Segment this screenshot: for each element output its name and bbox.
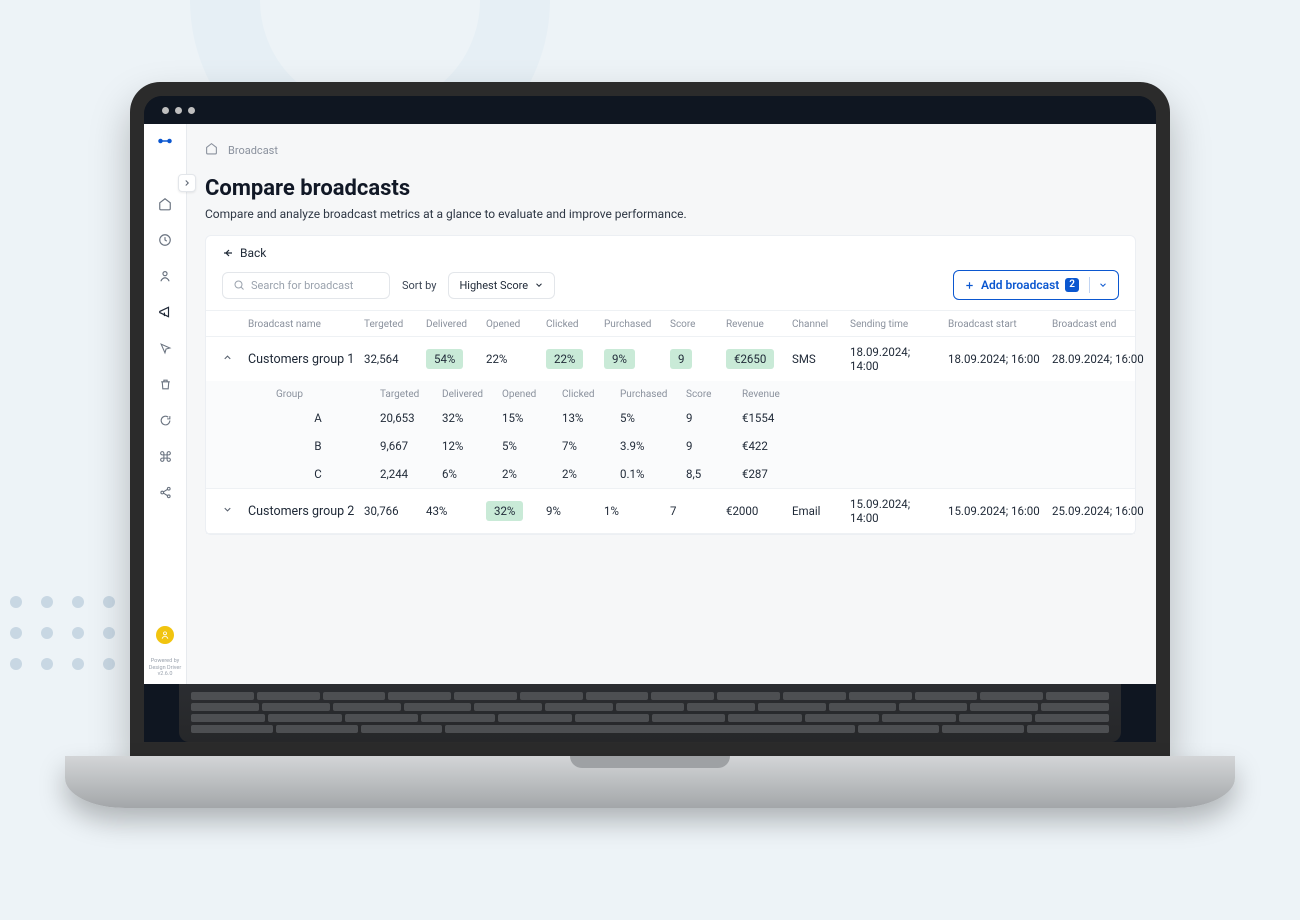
chevron-down-icon <box>534 280 544 290</box>
nav-home-icon[interactable] <box>153 192 177 216</box>
app-screen: Powered by Design Driver v2.6.0 Broadcas… <box>144 124 1156 684</box>
cell-bstart: 15.09.2024; 16:00 <box>948 504 1044 518</box>
subgroup-header: Group Targeted Delivered Opened Clicked … <box>222 381 1119 404</box>
nav-cursor-icon[interactable] <box>153 336 177 360</box>
cell-name: Customers group 1 <box>248 352 356 367</box>
subgroup-panel: Group Targeted Delivered Opened Clicked … <box>206 381 1135 488</box>
search-icon <box>233 279 245 291</box>
expand-row-button[interactable] <box>222 504 240 518</box>
sort-label: Sort by <box>402 279 436 292</box>
nav-refresh-icon[interactable] <box>153 408 177 432</box>
cell-purchased: 9% <box>604 349 662 369</box>
sort-select[interactable]: Highest Score <box>448 272 555 299</box>
chevron-down-icon <box>1098 280 1108 290</box>
cell-delivered: 54% <box>426 349 478 369</box>
breadcrumb-current: Broadcast <box>228 144 278 157</box>
cell-clicked: 9% <box>546 504 596 518</box>
cell-opened: 22% <box>486 352 538 366</box>
cell-targeted: 30,766 <box>364 504 418 518</box>
subgroup-row: A 20,653 32% 15% 13% 5% 9 €1554 <box>222 404 1119 432</box>
background-dots <box>10 596 115 670</box>
home-icon[interactable] <box>205 142 218 158</box>
cell-purchased: 1% <box>604 504 662 518</box>
breadcrumb: Broadcast <box>205 142 1136 158</box>
cell-revenue: €2000 <box>726 504 784 518</box>
cell-score: 7 <box>670 504 718 518</box>
cell-opened: 32% <box>486 501 538 521</box>
cell-sending: 18.09.2024; 14:00 <box>850 345 940 373</box>
cell-score: 9 <box>670 349 718 369</box>
cell-sending: 15.09.2024; 14:00 <box>850 497 940 525</box>
nav-broadcast-icon[interactable] <box>153 300 177 324</box>
keyboard-decoration <box>179 684 1121 742</box>
nav-command-icon[interactable] <box>153 444 177 468</box>
avatar[interactable] <box>156 626 174 644</box>
cell-revenue: €2650 <box>726 349 784 369</box>
table-row: Customers group 2 30,766 43% 32% 9% 1% 7… <box>206 488 1135 534</box>
nav-trash-icon[interactable] <box>153 372 177 396</box>
expand-row-button[interactable] <box>222 352 240 366</box>
panel: Back Search for broadcast Sort by Highes… <box>205 235 1136 535</box>
cell-name: Customers group 2 <box>248 504 356 519</box>
plus-icon <box>964 280 975 291</box>
cell-bend: 25.09.2024; 16:00 <box>1052 504 1148 518</box>
broadcast-table: Broadcast name Tergeted Delivered Opened… <box>206 310 1135 534</box>
sidebar-footer: Powered by Design Driver v2.6.0 <box>144 658 186 678</box>
table-header: Broadcast name Tergeted Delivered Opened… <box>206 310 1135 336</box>
laptop-base <box>65 756 1235 808</box>
window-dots <box>144 96 1156 124</box>
sidebar-expand-button[interactable] <box>178 174 196 192</box>
toolbar: Search for broadcast Sort by Highest Sco… <box>206 270 1135 310</box>
nav-user-icon[interactable] <box>153 264 177 288</box>
subgroup-row: C 2,244 6% 2% 2% 0.1% 8,5 €287 <box>222 460 1119 488</box>
cell-bend: 28.09.2024; 16:00 <box>1052 352 1148 366</box>
cell-clicked: 22% <box>546 349 596 369</box>
nav-share-icon[interactable] <box>153 480 177 504</box>
main-content: Broadcast Compare broadcasts Compare and… <box>187 124 1156 684</box>
cell-channel: Email <box>792 504 842 518</box>
page-title: Compare broadcasts <box>205 176 1136 201</box>
search-input[interactable]: Search for broadcast <box>222 272 390 299</box>
cell-bstart: 18.09.2024; 16:00 <box>948 352 1044 366</box>
cell-delivered: 43% <box>426 504 478 518</box>
page-subtitle: Compare and analyze broadcast metrics at… <box>205 207 1136 221</box>
logo-icon <box>156 132 174 150</box>
cell-targeted: 32,564 <box>364 352 418 366</box>
sidebar: Powered by Design Driver v2.6.0 <box>144 124 187 684</box>
add-broadcast-button[interactable]: Add broadcast 2 <box>953 270 1119 300</box>
add-count-badge: 2 <box>1065 278 1079 292</box>
nav-clock-icon[interactable] <box>153 228 177 252</box>
subgroup-row: B 9,667 12% 5% 7% 3.9% 9 €422 <box>222 432 1119 460</box>
table-row: Customers group 1 32,564 54% 22% 22% 9% … <box>206 336 1135 381</box>
cell-channel: SMS <box>792 352 842 366</box>
back-button[interactable]: Back <box>206 246 1135 270</box>
laptop-mockup: Powered by Design Driver v2.6.0 Broadcas… <box>130 82 1170 808</box>
